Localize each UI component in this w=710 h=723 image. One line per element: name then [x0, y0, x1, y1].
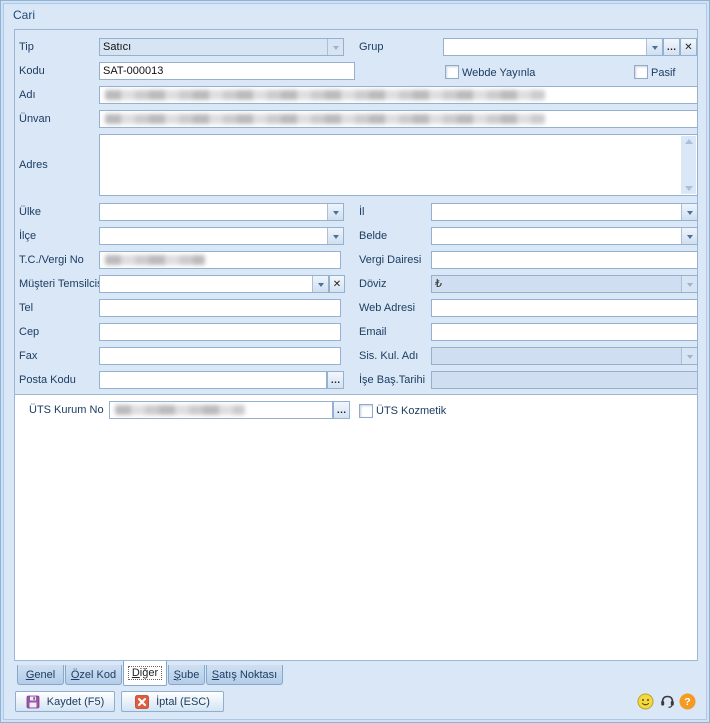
- svg-text:?: ?: [684, 696, 690, 708]
- tip-combobox[interactable]: Satıcı: [99, 38, 344, 56]
- belde-dropdown-icon[interactable]: [681, 228, 697, 244]
- cancel-button-label: İptal (ESC): [156, 696, 210, 708]
- window-title: Cari: [13, 8, 35, 22]
- smiley-icon[interactable]: [637, 693, 654, 710]
- grup-label: Grup: [359, 38, 383, 56]
- tip-dropdown-icon[interactable]: [327, 39, 343, 55]
- cep-input[interactable]: [99, 323, 341, 341]
- musteri-temsilcisi-clear-button[interactable]: ✕: [329, 275, 345, 293]
- tc-vergi-no-label: T.C./Vergi No: [19, 251, 84, 269]
- uts-kurum-no-label: ÜTS Kurum No: [29, 401, 104, 419]
- belde-label: Belde: [359, 227, 387, 245]
- musteri-temsilcisi-combobox[interactable]: [99, 275, 329, 293]
- doviz-value: ₺: [435, 277, 442, 290]
- tab-diger[interactable]: Diğer: [123, 661, 167, 686]
- tip-label: Tip: [19, 38, 34, 56]
- unvan-input[interactable]: [99, 110, 698, 128]
- save-button-label: Kaydet (F5): [47, 696, 104, 708]
- adres-textarea[interactable]: [99, 134, 698, 196]
- support-headset-icon[interactable]: [659, 693, 676, 710]
- grup-combobox[interactable]: [443, 38, 663, 56]
- adi-label: Adı: [19, 86, 36, 104]
- grup-browse-button[interactable]: …: [663, 38, 680, 56]
- tab-sube-label: Şube: [174, 669, 200, 681]
- tc-vergi-no-input[interactable]: [99, 251, 341, 269]
- grup-dropdown-icon[interactable]: [646, 39, 662, 55]
- fax-label: Fax: [19, 347, 37, 365]
- adi-redacted-value: [105, 90, 545, 100]
- ulke-combobox[interactable]: [99, 203, 344, 221]
- floppy-save-icon: [26, 695, 40, 709]
- help-icon[interactable]: ?: [679, 693, 696, 710]
- uts-kurum-no-browse-button[interactable]: …: [333, 401, 350, 419]
- ilce-label: İlçe: [19, 227, 36, 245]
- webde-yayinla-checkbox[interactable]: [445, 65, 459, 79]
- doviz-combobox: ₺: [431, 275, 698, 293]
- ulke-dropdown-icon[interactable]: [327, 204, 343, 220]
- musteri-temsilcisi-label: Müşteri Temsilcisi: [19, 275, 105, 293]
- adi-input[interactable]: [99, 86, 698, 104]
- grup-clear-button[interactable]: ✕: [680, 38, 697, 56]
- kodu-input[interactable]: SAT-000013: [99, 62, 355, 80]
- cancel-button[interactable]: İptal (ESC): [121, 691, 224, 712]
- tab-page-diger: [14, 394, 698, 661]
- web-adresi-label: Web Adresi: [359, 299, 415, 317]
- email-label: Email: [359, 323, 387, 341]
- fax-input[interactable]: [99, 347, 341, 365]
- cep-label: Cep: [19, 323, 39, 341]
- red-x-cancel-icon: [135, 695, 149, 709]
- uts-kurum-no-input[interactable]: [109, 401, 333, 419]
- uts-kurum-no-redacted-value: [115, 405, 245, 415]
- ise-bas-tarihi-label: İşe Baş.Tarihi: [359, 371, 425, 389]
- posta-kodu-browse-button[interactable]: …: [327, 371, 344, 389]
- pasif-checkbox[interactable]: [634, 65, 648, 79]
- pasif-label: Pasif: [651, 64, 675, 82]
- uts-kozmetik-checkbox[interactable]: [359, 404, 373, 418]
- musteri-temsilcisi-dropdown-icon[interactable]: [312, 276, 328, 292]
- il-combobox[interactable]: [431, 203, 698, 221]
- tab-genel-label: Genel: [26, 669, 55, 681]
- uts-kozmetik-label: ÜTS Kozmetik: [376, 402, 446, 420]
- ulke-label: Ülke: [19, 203, 41, 221]
- belde-combobox[interactable]: [431, 227, 698, 245]
- unvan-label: Ünvan: [19, 110, 51, 128]
- ilce-dropdown-icon[interactable]: [327, 228, 343, 244]
- webde-yayinla-label: Webde Yayınla: [462, 64, 535, 82]
- sis-kul-adi-combobox: [431, 347, 698, 365]
- posta-kodu-input[interactable]: [99, 371, 327, 389]
- tc-vergi-no-redacted-value: [105, 255, 205, 265]
- posta-kodu-label: Posta Kodu: [19, 371, 76, 389]
- tel-input[interactable]: [99, 299, 341, 317]
- tip-value: Satıcı: [103, 41, 131, 53]
- vergi-dairesi-label: Vergi Dairesi: [359, 251, 421, 269]
- ilce-combobox[interactable]: [99, 227, 344, 245]
- doviz-dropdown-icon: [681, 276, 697, 292]
- adres-scrollbar[interactable]: [681, 136, 696, 194]
- unvan-redacted-value: [105, 114, 545, 124]
- ise-bas-tarihi-input: [431, 371, 698, 389]
- email-input[interactable]: [431, 323, 698, 341]
- tab-genel[interactable]: Genel: [17, 665, 64, 685]
- tab-ozel-kod[interactable]: Özel Kod: [65, 665, 122, 685]
- cari-window: Cari Tip Satıcı Grup … ✕ Kodu SAT-000013…: [0, 0, 710, 723]
- save-button[interactable]: Kaydet (F5): [15, 691, 115, 712]
- adres-label: Adres: [19, 156, 48, 174]
- sis-kul-adi-label: Sis. Kul. Adı: [359, 347, 418, 365]
- kodu-value: SAT-000013: [103, 65, 163, 77]
- scroll-up-icon[interactable]: [685, 139, 693, 144]
- doviz-label: Döviz: [359, 275, 387, 293]
- tab-diger-label: Diğer: [128, 666, 162, 680]
- tab-sube[interactable]: Şube: [168, 665, 205, 685]
- tab-satis-noktasi-label: Satış Noktası: [212, 669, 277, 681]
- tab-satis-noktasi[interactable]: Satış Noktası: [206, 665, 283, 685]
- tel-label: Tel: [19, 299, 33, 317]
- scroll-down-icon[interactable]: [685, 186, 693, 191]
- vergi-dairesi-input[interactable]: [431, 251, 698, 269]
- il-dropdown-icon[interactable]: [681, 204, 697, 220]
- il-label: İl: [359, 203, 365, 221]
- kodu-label: Kodu: [19, 62, 45, 80]
- sis-kul-adi-dropdown-icon: [681, 348, 697, 364]
- web-adresi-input[interactable]: [431, 299, 698, 317]
- tab-ozel-kod-label: Özel Kod: [71, 669, 116, 681]
